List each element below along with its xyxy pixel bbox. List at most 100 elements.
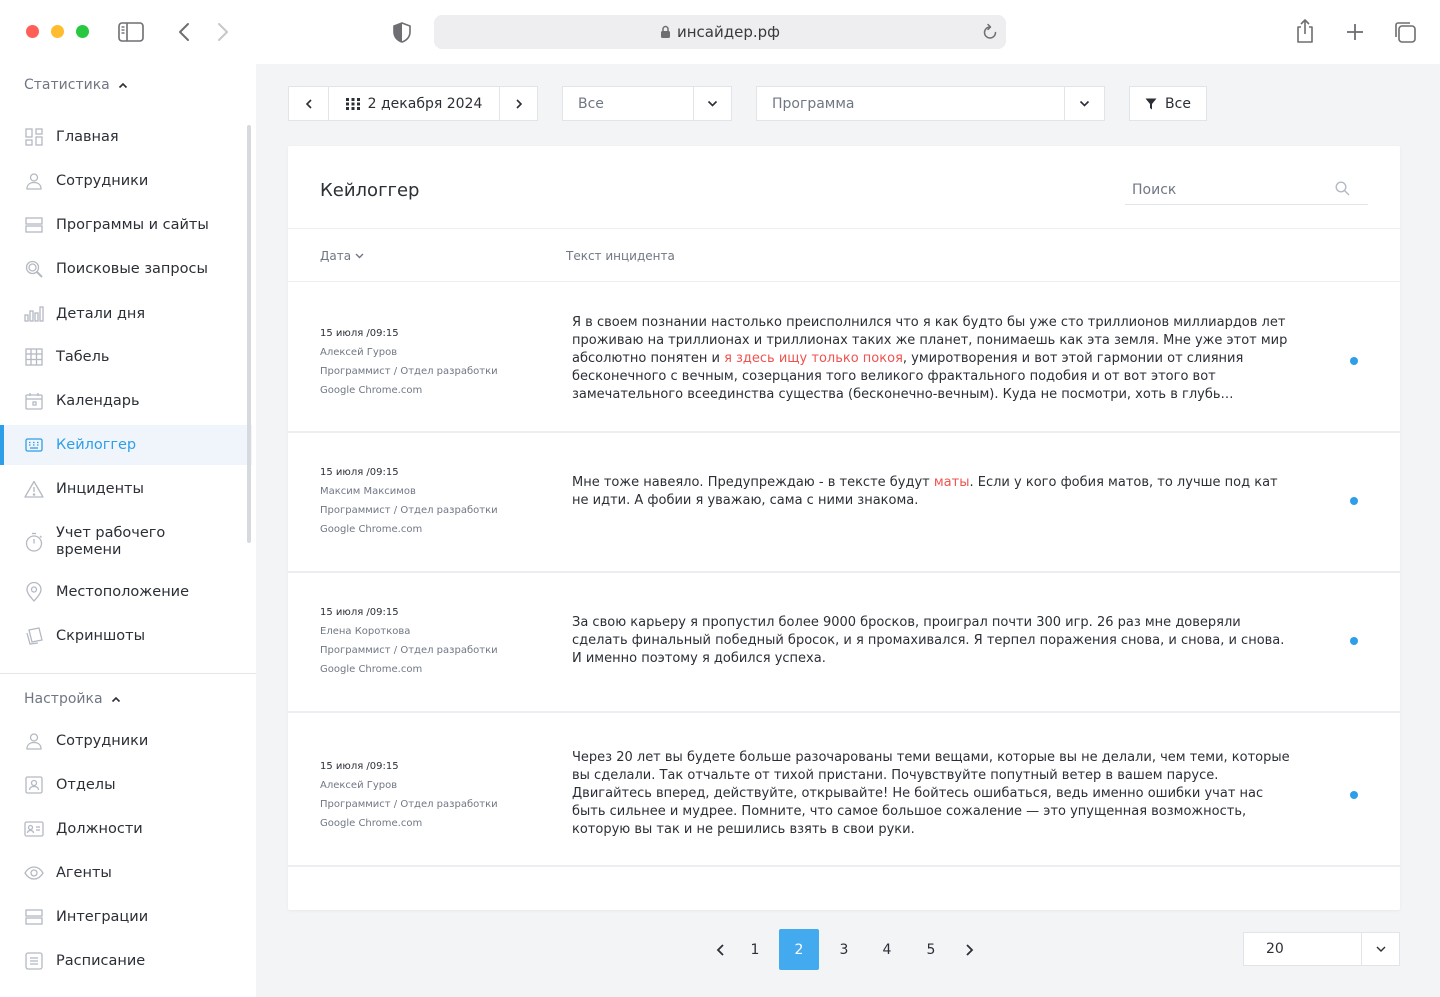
- sidebar-item-employees[interactable]: Сотрудники: [0, 161, 252, 201]
- stats-section-title: Статистика: [24, 77, 110, 93]
- sidebar-item-keylogger[interactable]: Кейлоггер: [0, 425, 252, 465]
- close-window-button[interactable]: [26, 25, 39, 38]
- table-row[interactable]: 15 июля /09:15 Алексей Гуров Программист…: [288, 282, 1400, 433]
- sidebar-item-location[interactable]: Местоположение: [0, 572, 252, 612]
- filter-label: Все: [1165, 95, 1191, 112]
- chevron-left-icon: [305, 98, 312, 109]
- sidebar-item-departments[interactable]: Отделы: [0, 765, 252, 805]
- departments-icon: [24, 775, 44, 795]
- page-3-button[interactable]: 3: [824, 929, 864, 970]
- column-text-label: Текст инцидента: [566, 249, 675, 263]
- sidebar-toggle-icon[interactable]: [118, 20, 144, 44]
- chevron-down-icon: [1362, 933, 1399, 965]
- table-row[interactable]: 15 июля /09:15 Елена Короткова Программи…: [288, 573, 1400, 713]
- table-row[interactable]: 15 июля /09:15 Максим Максимов Программи…: [288, 433, 1400, 573]
- calendar-icon: [24, 391, 44, 411]
- row-employee: Елена Короткова: [320, 626, 411, 637]
- forward-icon[interactable]: [213, 20, 233, 44]
- row-app: Google Chrome.com: [320, 385, 423, 396]
- highlighted-phrase: я здесь ищу только покоя: [724, 351, 903, 366]
- sidebar-item-label: Расписание: [56, 952, 146, 969]
- page-title: Кейлоггер: [320, 180, 420, 201]
- page-2-button[interactable]: 2: [779, 929, 819, 970]
- sidebar-item-schedule[interactable]: Расписание: [0, 941, 252, 981]
- sidebar-item-label: Скриншоты: [56, 627, 146, 644]
- next-page-button[interactable]: [954, 929, 984, 970]
- user-icon: [24, 171, 44, 191]
- sidebar-item-work-time[interactable]: Учет рабочего времени: [0, 522, 252, 562]
- row-app: Google Chrome.com: [320, 524, 423, 535]
- status-dot: [1350, 357, 1358, 365]
- incident-text: За свою карьеру я пропустил более 9000 б…: [572, 615, 1285, 666]
- search-icon[interactable]: [1335, 181, 1350, 200]
- row-meta: 15 июля /09:15 Елена Короткова Программи…: [320, 603, 498, 679]
- address-bar[interactable]: инсайдер.рф: [434, 15, 1006, 49]
- sidebar-item-search-queries[interactable]: Поисковые запросы: [0, 249, 252, 289]
- sidebar-item-label: Календарь: [56, 392, 140, 409]
- chevron-up-icon: [111, 691, 121, 707]
- tab-overview-icon[interactable]: [1391, 18, 1419, 46]
- sidebar-scrollbar[interactable]: [247, 125, 251, 543]
- sidebar-item-home[interactable]: Главная: [0, 117, 252, 157]
- incident-text: Я в своем познании настолько преисполнил…: [572, 315, 1288, 402]
- page-1-button[interactable]: 1: [735, 929, 775, 970]
- grid-table-icon: [24, 347, 44, 367]
- prev-date-button[interactable]: [289, 87, 328, 120]
- status-dot: [1350, 497, 1358, 505]
- row-role: Программист / Отдел разработки: [320, 645, 498, 656]
- sidebar-item-integrations[interactable]: Интеграции: [0, 897, 252, 937]
- privacy-shield-icon[interactable]: [391, 20, 413, 44]
- row-role: Программист / Отдел разработки: [320, 366, 498, 377]
- next-date-button[interactable]: [500, 87, 537, 120]
- chevron-right-icon: [515, 98, 522, 109]
- table-row[interactable]: 15 июля /09:15 Алексей Гуров Программист…: [288, 713, 1400, 867]
- new-tab-icon[interactable]: [1342, 19, 1368, 45]
- settings-section-toggle[interactable]: Настройка: [24, 691, 121, 707]
- url-text: инсайдер.рф: [677, 23, 780, 41]
- sidebar-item-screenshots[interactable]: Скриншоты: [0, 616, 252, 656]
- dashboard-icon: [24, 127, 44, 147]
- screenshots-icon: [24, 626, 44, 646]
- row-app: Google Chrome.com: [320, 664, 423, 675]
- minimize-window-button[interactable]: [51, 25, 64, 38]
- eye-icon: [24, 863, 44, 883]
- status-dot: [1350, 637, 1358, 645]
- column-date-label: Дата: [320, 249, 352, 263]
- sidebar-item-incidents[interactable]: Инциденты: [0, 469, 252, 509]
- sidebar-item-label: Программы и сайты: [56, 216, 209, 233]
- scope-select[interactable]: Все: [562, 86, 732, 121]
- program-select[interactable]: Программа: [756, 86, 1105, 121]
- per-page-select[interactable]: 20: [1243, 932, 1400, 966]
- prev-page-button[interactable]: [705, 929, 735, 970]
- search-input[interactable]: Поиск: [1125, 176, 1368, 205]
- sidebar-item-programs[interactable]: Программы и сайты: [0, 205, 252, 245]
- sidebar-item-label: Отделы: [56, 776, 116, 793]
- row-employee: Алексей Гуров: [320, 780, 398, 791]
- stats-section-toggle[interactable]: Статистика: [24, 77, 128, 93]
- sidebar-item-settings-employees[interactable]: Сотрудники: [0, 721, 252, 761]
- chevron-down-icon: [355, 253, 364, 259]
- sidebar-item-calendar[interactable]: Календарь: [0, 381, 252, 421]
- funnel-icon: [1145, 98, 1157, 109]
- sort-by-date-button[interactable]: Дата: [320, 249, 364, 263]
- sidebar-item-label: Учет рабочего времени: [56, 525, 166, 558]
- row-meta: 15 июля /09:15 Максим Максимов Программи…: [320, 463, 498, 539]
- sidebar-item-day-details[interactable]: Детали дня: [0, 294, 252, 334]
- share-icon[interactable]: [1292, 17, 1318, 45]
- user-icon: [24, 731, 44, 751]
- page-4-button[interactable]: 4: [867, 929, 907, 970]
- back-icon[interactable]: [174, 20, 194, 44]
- date-display[interactable]: 2 декабря 2024: [329, 87, 499, 120]
- per-page-value: 20: [1266, 941, 1284, 957]
- page-5-button[interactable]: 5: [911, 929, 951, 970]
- row-date: 15 июля /09:15: [320, 467, 399, 478]
- chevron-down-icon: [1065, 87, 1104, 120]
- row-role: Программист / Отдел разработки: [320, 505, 498, 516]
- reload-icon[interactable]: [982, 23, 998, 45]
- sidebar-item-positions[interactable]: Должности: [0, 809, 252, 849]
- highlighted-phrase: маты: [933, 475, 970, 490]
- filter-button[interactable]: Все: [1129, 86, 1207, 121]
- sidebar-item-agents[interactable]: Агенты: [0, 853, 252, 893]
- maximize-window-button[interactable]: [76, 25, 89, 38]
- sidebar-item-timesheet[interactable]: Табель: [0, 337, 252, 377]
